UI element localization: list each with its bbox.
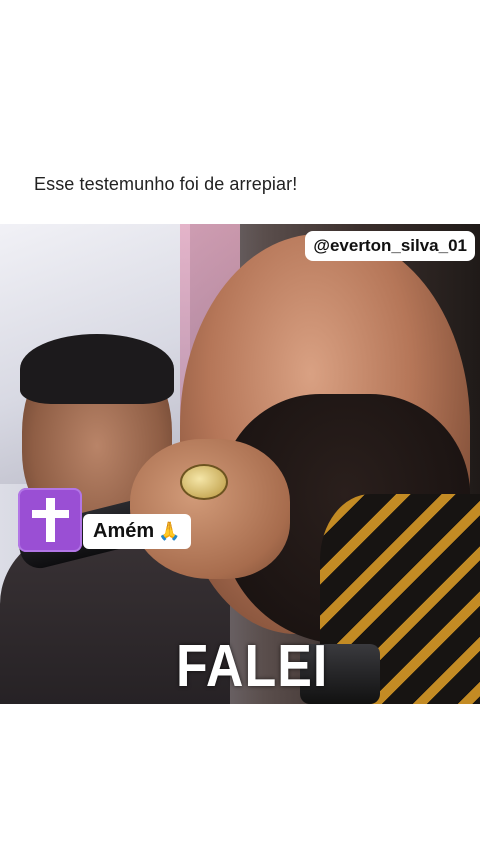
video-player[interactable]: @everton_silva_01 Amém 🙏 FALEI bbox=[0, 224, 480, 704]
hand bbox=[130, 439, 290, 579]
person-left-hair bbox=[20, 334, 174, 404]
ring bbox=[180, 464, 228, 500]
praying-hands-icon: 🙏 bbox=[158, 521, 181, 541]
subtitle-text: FALEI bbox=[176, 633, 329, 700]
amen-sticker: Amém 🙏 bbox=[83, 514, 191, 549]
latin-cross-icon bbox=[18, 488, 82, 552]
watermark-handle: @everton_silva_01 bbox=[305, 231, 475, 261]
post-caption: Esse testemunho foi de arrepiar! bbox=[34, 174, 298, 194]
amen-text: Amém bbox=[93, 520, 155, 542]
